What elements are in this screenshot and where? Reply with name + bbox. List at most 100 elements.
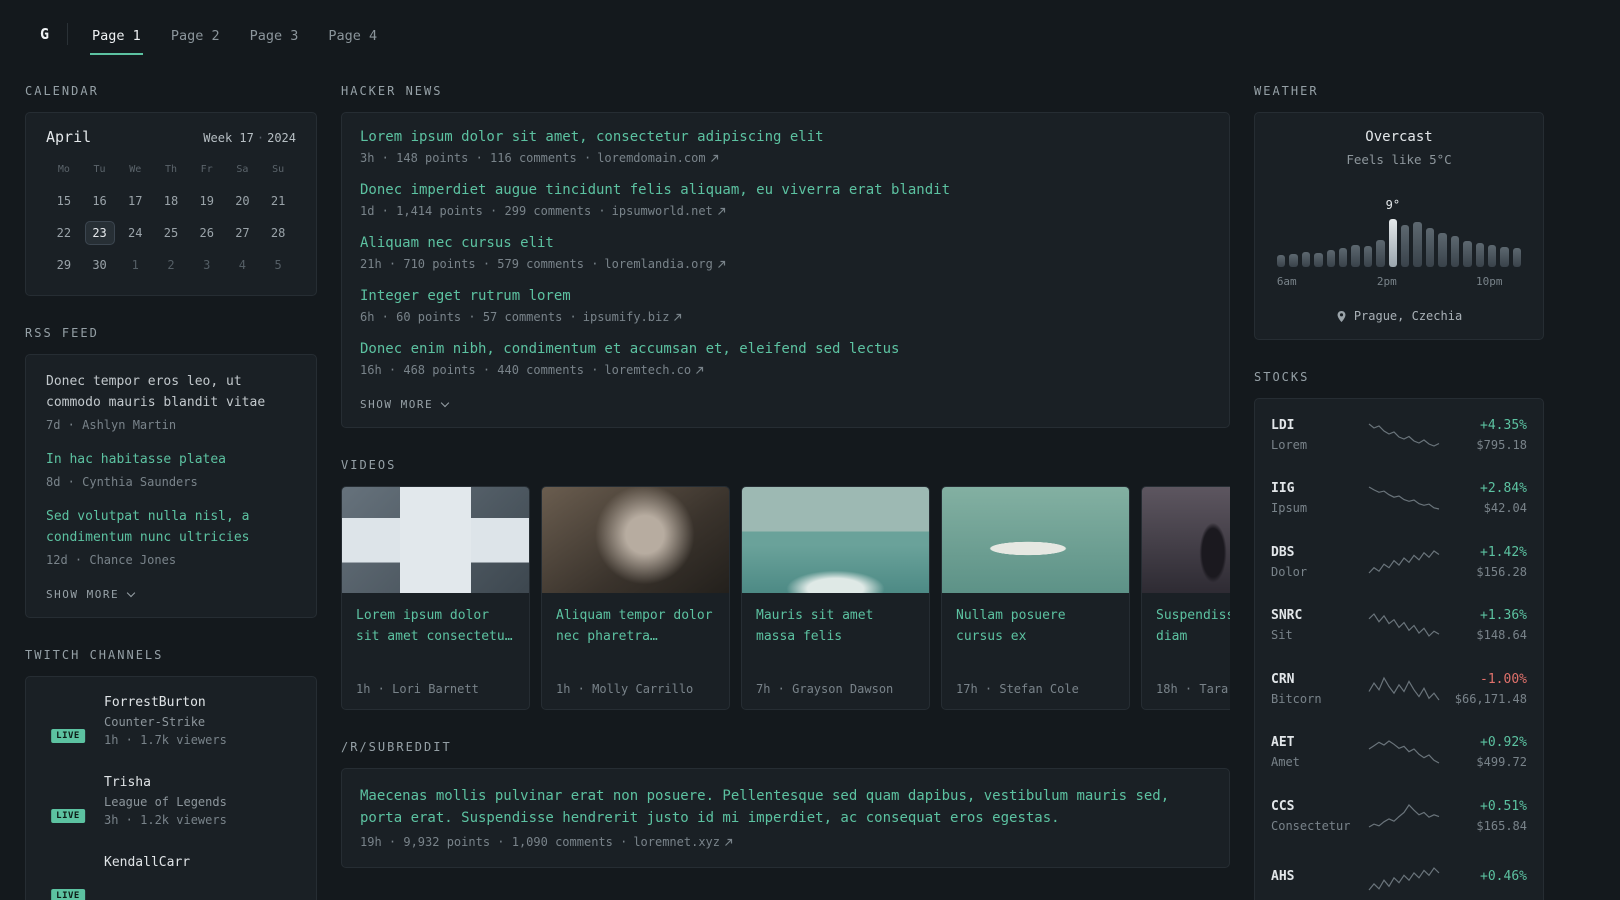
video-meta: 7h · Grayson Dawson bbox=[756, 682, 894, 696]
story-domain-link[interactable]: ipsumworld.net bbox=[612, 204, 726, 218]
video-title-link[interactable]: Mauris sit amet massa felis bbox=[756, 605, 915, 674]
rss-card: Donec tempor eros leo, ut commodo mauris… bbox=[25, 354, 317, 618]
stock-price: $66,171.48 bbox=[1454, 691, 1527, 706]
stock-symbol: CRN bbox=[1271, 671, 1295, 687]
stock-symbol: AET bbox=[1271, 735, 1295, 751]
hackernews-show-more-button[interactable]: SHOW MORE bbox=[360, 394, 1211, 413]
story-title-link[interactable]: Donec enim nibh, condimentum et accumsan… bbox=[360, 341, 1211, 357]
stock-name: Dolor bbox=[1271, 564, 1308, 579]
calendar-day: 21 bbox=[270, 194, 286, 208]
temp-bar bbox=[1413, 222, 1422, 267]
nav-tab[interactable]: Page 3 bbox=[248, 14, 301, 55]
video-meta: 18h · Tara bbox=[1156, 682, 1229, 696]
stock-row[interactable]: CCS Consectetur +0.51% $165.84 bbox=[1271, 784, 1527, 848]
video-thumbnail[interactable] bbox=[742, 487, 929, 593]
video-title-link[interactable]: Suspendisse diam bbox=[1156, 605, 1230, 674]
stocks-section-title: STOCKS bbox=[1254, 370, 1310, 384]
story-domain: loremtech.co bbox=[604, 363, 692, 377]
app-logo[interactable]: G bbox=[40, 25, 49, 43]
calendar-day: 4 bbox=[238, 258, 247, 272]
stock-values: +4.35% $795.18 bbox=[1453, 418, 1527, 452]
rss-headline-link[interactable]: In hac habitasse platea bbox=[46, 449, 296, 470]
post-title-link[interactable]: Maecenas mollis pulvinar erat non posuer… bbox=[360, 785, 1211, 829]
video-meta: 1h · Molly Carrillo bbox=[556, 682, 694, 696]
post-domain-link[interactable]: loremnet.xyz bbox=[633, 835, 733, 849]
rss-meta: 7d · Ashlyn Martin bbox=[46, 418, 177, 432]
stock-sparkline bbox=[1367, 549, 1441, 575]
stock-row[interactable]: DBS Dolor +1.42% $156.28 bbox=[1271, 530, 1527, 594]
videos-section-title: VIDEOS bbox=[341, 458, 397, 472]
stock-row[interactable]: IIG Ipsum +2.84% $42.04 bbox=[1271, 467, 1527, 531]
story-title-link[interactable]: Donec imperdiet augue tincidunt felis al… bbox=[360, 182, 1211, 198]
stocks-card: LDI Lorem +4.35% $795.18 IIG Ipsum +2.84… bbox=[1254, 398, 1544, 900]
stock-id: DBS Dolor bbox=[1271, 545, 1367, 579]
story-domain: ipsumify.biz bbox=[582, 310, 670, 324]
story-domain-link[interactable]: loremdomain.com bbox=[597, 151, 718, 165]
calendar-day: 5 bbox=[274, 258, 282, 272]
post-domain: loremnet.xyz bbox=[633, 835, 721, 849]
nav-divider bbox=[67, 23, 69, 45]
temp-bar bbox=[1289, 254, 1298, 267]
twitch-channel-row[interactable]: LIVE ForrestBurton Counter-Strike 1h · 1… bbox=[46, 693, 296, 747]
rss-show-more-button[interactable]: SHOW MORE bbox=[46, 584, 296, 603]
twitch-channel-row[interactable]: LIVE KendallCarr bbox=[46, 853, 296, 900]
story-domain-link[interactable]: ipsumify.biz bbox=[583, 310, 683, 324]
middle-column: HACKER NEWS Lorem ipsum dolor sit amet, … bbox=[341, 84, 1230, 898]
video-thumbnail[interactable] bbox=[942, 487, 1129, 593]
stock-values: +0.46% bbox=[1453, 869, 1527, 889]
story-title-link[interactable]: Aliquam nec cursus elit bbox=[360, 235, 1211, 251]
temp-bar bbox=[1463, 241, 1472, 267]
twitch-channel-row[interactable]: LIVE Trisha League of Legends 3h · 1.2k … bbox=[46, 773, 296, 827]
weekday-label: Su bbox=[272, 164, 285, 175]
stock-id: CCS Consectetur bbox=[1271, 799, 1367, 833]
stock-name: Bitcorn bbox=[1271, 691, 1322, 706]
calendar-day: 26 bbox=[199, 226, 214, 240]
temp-bar bbox=[1450, 236, 1460, 267]
stock-symbol: DBS bbox=[1271, 544, 1295, 560]
post-item: Maecenas mollis pulvinar erat non posuer… bbox=[360, 785, 1211, 849]
video-thumbnail[interactable] bbox=[542, 487, 729, 593]
story-meta: 3h · 148 points · 116 comments · loremdo… bbox=[360, 151, 1211, 165]
calendar-day: 20 bbox=[235, 194, 250, 208]
stock-row[interactable]: AET Amet +0.92% $499.72 bbox=[1271, 721, 1527, 785]
channel-name: ForrestBurton bbox=[104, 695, 206, 710]
video-title-link[interactable]: Aliquam tempor dolor nec pharetra… bbox=[556, 605, 715, 674]
stock-price: $148.64 bbox=[1476, 628, 1527, 643]
rss-headline-link[interactable]: Sed volutpat nulla nisl, a condimentum n… bbox=[46, 506, 296, 548]
stock-values: +0.51% $165.84 bbox=[1453, 799, 1527, 833]
stock-sparkline bbox=[1367, 485, 1441, 511]
calendar-day: 24 bbox=[128, 226, 143, 240]
stock-sparkline bbox=[1367, 739, 1441, 765]
temperature-bar-chart: 9° bbox=[1277, 195, 1522, 267]
stock-row[interactable]: CRN Bitcorn -1.00% $66,171.48 bbox=[1271, 657, 1527, 721]
stock-row[interactable]: LDI Lorem +4.35% $795.18 bbox=[1271, 403, 1527, 467]
nav-tab[interactable]: Page 4 bbox=[326, 14, 379, 55]
weather-condition: Overcast bbox=[1365, 129, 1433, 145]
stock-row[interactable]: SNRC Sit +1.36% $148.64 bbox=[1271, 594, 1527, 658]
calendar-day-grid: 15 16 17 18 19 20 21 22 23 24 25 26 27 28 29 30 1 2 3 4 5 bbox=[46, 189, 296, 277]
channel-category: League of Legends bbox=[104, 795, 227, 809]
temp-bar bbox=[1363, 246, 1373, 267]
stock-change: -1.00% bbox=[1480, 671, 1527, 687]
rss-item: Donec tempor eros leo, ut commodo mauris… bbox=[46, 371, 296, 432]
weekday-row: Mo Tu We Th Fr Sa Su bbox=[46, 164, 296, 175]
story-item: Lorem ipsum dolor sit amet, consectetur … bbox=[360, 129, 1211, 165]
video-thumbnail[interactable] bbox=[342, 487, 529, 593]
weekday-label: Sa bbox=[236, 164, 249, 175]
stock-row[interactable]: AHS +0.46% bbox=[1271, 848, 1527, 900]
nav-tab[interactable]: Page 1 bbox=[90, 14, 143, 55]
video-title-link[interactable]: Lorem ipsum dolor sit amet consectetu… bbox=[356, 605, 515, 674]
story-title-link[interactable]: Integer eget rutrum lorem bbox=[360, 288, 1211, 304]
calendar-section-title: CALENDAR bbox=[25, 84, 99, 98]
video-title-link[interactable]: Nullam posuere cursus ex bbox=[956, 605, 1115, 674]
story-domain-link[interactable]: loremlandia.org bbox=[604, 257, 725, 271]
story-title-link[interactable]: Lorem ipsum dolor sit amet, consectetur … bbox=[360, 129, 1211, 145]
story-domain: ipsumworld.net bbox=[611, 204, 713, 218]
story-domain-link[interactable]: loremtech.co bbox=[604, 363, 704, 377]
twitch-section-title: TWITCH CHANNELS bbox=[25, 648, 164, 662]
calendar-header: April Week 17 · 2024 bbox=[46, 128, 296, 146]
nav-tab[interactable]: Page 2 bbox=[169, 14, 222, 55]
story-domain: loremlandia.org bbox=[604, 257, 713, 271]
rss-headline-link[interactable]: Donec tempor eros leo, ut commodo mauris… bbox=[46, 371, 296, 413]
video-thumbnail[interactable] bbox=[1142, 487, 1230, 593]
